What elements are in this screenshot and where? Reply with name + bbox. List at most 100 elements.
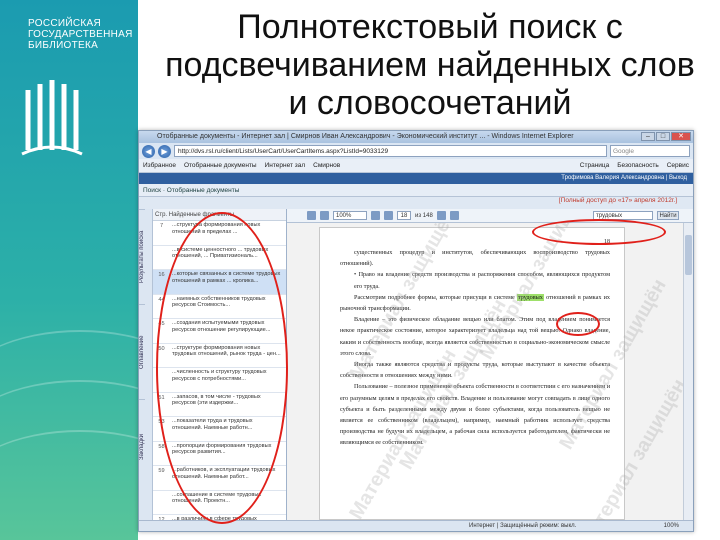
tools-menu[interactable]: Сервис bbox=[667, 162, 689, 169]
zoom-in-icon[interactable] bbox=[371, 211, 380, 220]
result-page-number bbox=[153, 491, 170, 515]
result-row[interactable]: ...численность и структуру трудовых ресу… bbox=[153, 368, 286, 393]
status-bar: Интернет | Защищённый режим: выкл. 100% bbox=[139, 520, 693, 531]
result-row[interactable]: 50 ...структуре формирования новых трудов… bbox=[153, 344, 286, 368]
result-page-number bbox=[153, 368, 170, 392]
safety-menu[interactable]: Безопасность bbox=[617, 162, 658, 169]
window-controls: – □ ✕ bbox=[641, 132, 691, 141]
result-snippet: ...создания испытуемыми трудовых ресурсо… bbox=[172, 320, 271, 333]
document-toolbar: [Полный доступ до «17» апреля 2012г.] 10… bbox=[287, 197, 693, 223]
decor-wave bbox=[0, 430, 138, 540]
result-row[interactable]: 59 ...работников, и эксплуатации трудовых… bbox=[153, 466, 286, 491]
favorites-item[interactable]: Интернет зал bbox=[265, 162, 306, 169]
result-snippet: ...в системе ценностного ... трудовых от… bbox=[172, 246, 269, 260]
slide-title-line-3: и словосочетаний bbox=[288, 84, 572, 122]
result-row[interactable]: 16 ...которые связанных в системе трудовы… bbox=[153, 270, 286, 295]
result-row[interactable]: ...в системе ценностного ... трудовых от… bbox=[153, 246, 286, 270]
logo-line-2: ГОСУДАРСТВЕННАЯ bbox=[28, 29, 133, 40]
page-menu[interactable]: Страница bbox=[580, 162, 609, 169]
favorites-item[interactable]: Смирнов bbox=[313, 162, 340, 169]
address-row: ◀ ▶ http://dvs.rsl.ru/client/Lists/UserC… bbox=[139, 143, 693, 159]
result-snippet: ...показатели труда и трудовых отношений… bbox=[172, 418, 253, 431]
favorites-item[interactable]: Избранное bbox=[143, 162, 176, 169]
result-page-number: 59 bbox=[158, 468, 165, 474]
result-snippet: ...работников, и эксплуатации трудовых о… bbox=[172, 467, 276, 480]
zoom-out-icon[interactable] bbox=[384, 211, 393, 220]
maximize-button[interactable]: □ bbox=[656, 132, 670, 141]
command-bar: Страница Безопасность Сервис bbox=[580, 162, 689, 169]
tab-bookmarks[interactable]: Закладки bbox=[139, 399, 145, 494]
document-paragraph: Иногда также являются средства и продукт… bbox=[340, 361, 610, 380]
find-button[interactable]: Найти bbox=[657, 211, 679, 220]
result-page-number: 50 bbox=[158, 345, 165, 352]
first-page-icon[interactable] bbox=[307, 211, 316, 220]
document-paragraph: Пользование – полезное применение объект… bbox=[340, 383, 610, 447]
scrollbar-thumb[interactable] bbox=[685, 235, 692, 275]
document-scrollbar[interactable] bbox=[683, 223, 693, 520]
result-row[interactable]: 44 ...наемных собственников трудовых ресу… bbox=[153, 295, 286, 319]
brand-strip: РОССИЙСКАЯ ГОСУДАРСТВЕННАЯ БИБЛИОТЕКА bbox=[0, 0, 138, 540]
zoom-select[interactable]: 100% bbox=[333, 211, 367, 220]
window-titlebar: Отобранные документы - Интернет зал | См… bbox=[139, 131, 693, 143]
result-snippet: ...которые связанных в системе трудовых … bbox=[172, 271, 281, 284]
document-paragraph: • Право на владение средств производства… bbox=[354, 271, 610, 290]
viewer-content: Результаты поиска Оглавление Закладки Ст… bbox=[139, 197, 693, 520]
prev-page-icon[interactable] bbox=[320, 211, 329, 220]
breadcrumb[interactable]: Поиск · Отобранные документы bbox=[139, 184, 693, 197]
minimize-button[interactable]: – bbox=[641, 132, 655, 141]
result-row[interactable]: 53 ...показатели труда и трудовых отношен… bbox=[153, 417, 286, 442]
document-paragraph: существенных процедур и институтов, обес… bbox=[340, 249, 610, 268]
result-row[interactable]: 51 ...запасов, в том числе - трудовых рес… bbox=[153, 393, 286, 417]
result-snippet: ...наемных собственников трудовых ресурс… bbox=[172, 295, 266, 309]
page-total: из 148 bbox=[415, 212, 433, 219]
back-icon[interactable]: ◀ bbox=[142, 144, 155, 158]
user-bar[interactable]: Трофимова Валерия Александровна | Выход bbox=[139, 173, 693, 184]
tab-search-results[interactable]: Результаты поиска bbox=[139, 209, 145, 304]
document-search-input[interactable]: трудовых bbox=[593, 211, 653, 220]
library-building-icon bbox=[21, 80, 83, 156]
search-results-list: Стр. Найденные фрагменты 7 ...структура ф… bbox=[153, 209, 287, 520]
favorites-item[interactable]: Отобранные документы bbox=[184, 162, 257, 169]
result-page-number: 45 bbox=[158, 321, 165, 327]
page-number: 18 bbox=[604, 239, 610, 245]
document-page: 18 существенных процедур и институтов, о… bbox=[319, 227, 625, 520]
browser-window: Отобранные документы - Интернет зал | См… bbox=[138, 130, 694, 532]
page-number-input[interactable]: 18 bbox=[397, 211, 411, 220]
results-header: Стр. Найденные фрагменты bbox=[153, 209, 286, 221]
result-row[interactable]: ...соглашение в системе трудовых отношен… bbox=[153, 491, 286, 515]
library-logo: РОССИЙСКАЯ ГОСУДАРСТВЕННАЯ БИБЛИОТЕКА bbox=[21, 18, 133, 156]
logo-line-3: БИБЛИОТЕКА bbox=[28, 40, 99, 51]
browser-search-input[interactable]: Google bbox=[610, 145, 690, 157]
close-button[interactable]: ✕ bbox=[671, 132, 691, 141]
result-page-number: 44 bbox=[158, 296, 165, 303]
result-row[interactable]: 58 ...пропорции формирования трудовых рес… bbox=[153, 442, 286, 466]
document-viewport: 18 существенных процедур и институтов, о… bbox=[287, 223, 693, 520]
last-page-icon[interactable] bbox=[449, 211, 459, 220]
result-snippet: ...запасов, в том числе - трудовых ресур… bbox=[172, 393, 261, 407]
result-page-number: 51 bbox=[158, 394, 165, 401]
result-snippet: ...соглашение в системе трудовых отношен… bbox=[172, 491, 262, 505]
result-page-number bbox=[153, 246, 170, 270]
forward-icon[interactable]: ▶ bbox=[158, 144, 171, 158]
status-zoom[interactable]: 100% bbox=[664, 521, 679, 531]
next-page-icon[interactable] bbox=[436, 211, 446, 220]
highlighted-term: трудовых bbox=[516, 293, 544, 301]
slide-title: Полнотекстовый поиск с подсвечиванием на… bbox=[140, 8, 720, 122]
result-page-number: 53 bbox=[158, 419, 165, 425]
result-row[interactable]: 7 ...структура формирования новых отношен… bbox=[153, 221, 286, 246]
result-page-number: 7 bbox=[159, 223, 164, 229]
result-snippet: ...пропорции формирования трудовых ресур… bbox=[172, 442, 272, 456]
result-row[interactable]: 45 ...создания испытуемыми трудовых ресур… bbox=[153, 319, 286, 344]
window-title: Отобранные документы - Интернет зал | См… bbox=[157, 133, 574, 140]
result-snippet: ...структуре формирования новых трудовых… bbox=[172, 344, 281, 358]
access-note: [Полный доступ до «17» апреля 2012г.] bbox=[558, 197, 677, 204]
paragraph-text: Рассмотрим подробнее формы, которые прис… bbox=[354, 293, 517, 301]
result-page-number: 58 bbox=[158, 443, 165, 450]
document-paragraph: Владение – это физическое обладание вещь… bbox=[340, 316, 610, 357]
logo-line-1: РОССИЙСКАЯ bbox=[28, 18, 101, 29]
address-bar[interactable]: http://dvs.rsl.ru/client/Lists/UserCart/… bbox=[174, 145, 607, 157]
tab-contents[interactable]: Оглавление bbox=[139, 304, 145, 399]
document-paragraph: Рассмотрим подробнее формы, которые прис… bbox=[340, 292, 610, 314]
slide-title-line-2: подсвечиванием найденных слов bbox=[165, 46, 695, 84]
result-snippet: ...численность и структуру трудовых ресу… bbox=[172, 369, 267, 382]
